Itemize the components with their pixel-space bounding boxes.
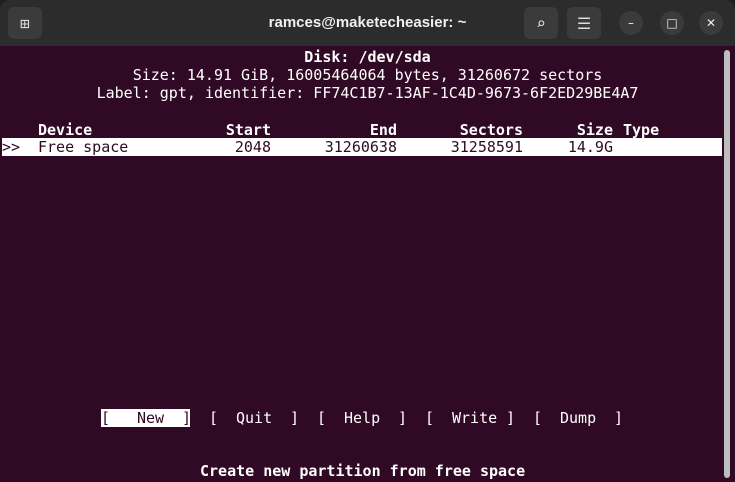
search-button[interactable]: ⌕	[524, 7, 558, 39]
status-text: Create new partition from free space	[200, 462, 526, 480]
write-button-label: Write	[452, 409, 498, 427]
row-sectors: 31258591	[450, 138, 523, 156]
terminal[interactable]: Disk: /dev/sda Size: 14.91 GiB, 16005464…	[0, 46, 735, 482]
hamburger-icon: ☰	[576, 13, 592, 33]
search-icon: ⌕	[536, 13, 546, 33]
header-end: End	[369, 121, 397, 139]
new-button-label: New	[137, 409, 165, 427]
row-marker: >>	[2, 138, 21, 156]
header-device: Device	[38, 121, 93, 139]
disk-title: Disk: /dev/sda	[304, 48, 431, 66]
disk-size: Size: 14.91 GiB, 16005464064 bytes, 3126…	[132, 66, 603, 84]
row-size: 14.9G	[567, 138, 613, 156]
scrollbar[interactable]	[724, 50, 730, 478]
close-icon: ✕	[705, 16, 717, 30]
header-start: Start	[225, 121, 271, 139]
row-start: 2048	[234, 138, 271, 156]
minimize-icon: –	[628, 16, 634, 30]
header-sectors: Sectors	[459, 121, 523, 139]
row-device: Free space	[38, 138, 129, 156]
maximize-icon: □	[666, 16, 678, 30]
minimize-button[interactable]: –	[619, 11, 643, 35]
disk-label: Label: gpt, identifier: FF74C1B7-13AF-1C…	[96, 84, 639, 102]
help-button-label: Help	[344, 409, 381, 427]
title-bar: ⊞ ramces@maketecheasier: ~ ⌕ ☰ – □ ✕	[0, 0, 735, 46]
header-type: Type	[623, 121, 660, 139]
dump-button-label: Dump	[560, 409, 597, 427]
table-row[interactable]: >> Free space 2048 31260638 31258591 14.…	[2, 138, 722, 156]
row-end: 31260638	[324, 138, 397, 156]
menu-button[interactable]: ☰	[567, 7, 601, 39]
close-button[interactable]: ✕	[699, 11, 723, 35]
header-size: Size	[576, 121, 613, 139]
quit-button-label: Quit	[236, 409, 273, 427]
maximize-button[interactable]: □	[660, 11, 684, 35]
